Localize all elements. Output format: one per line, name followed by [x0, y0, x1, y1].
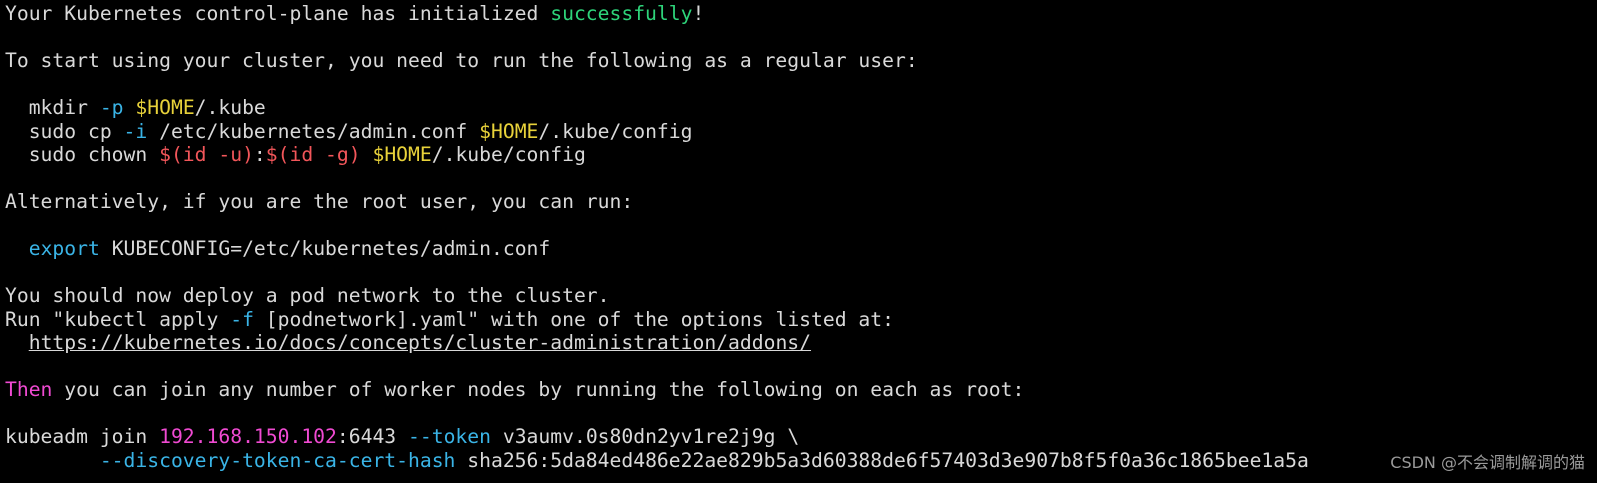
- terminal-text: Alternatively, if you are the root user,…: [5, 190, 634, 213]
- terminal-line: kubeadm join 192.168.150.102:6443 --toke…: [0, 425, 1597, 449]
- terminal-text: Run "kubectl apply: [5, 307, 231, 331]
- terminal-line: sudo cp -i /etc/kubernetes/admin.conf $H…: [0, 120, 1597, 144]
- terminal-text: :: [253, 143, 266, 166]
- terminal-text: -p: [99, 96, 124, 119]
- terminal-text: -i: [123, 119, 148, 143]
- terminal-line: You should now deploy a pod network to t…: [0, 284, 1597, 308]
- terminal-text: $HOME: [372, 143, 432, 166]
- terminal-text: v3aumv.0s80dn2yv1re2j9g \: [491, 425, 800, 448]
- terminal-text: successfully: [550, 2, 693, 25]
- terminal-text: $HOME: [135, 96, 195, 119]
- terminal-text: --token: [408, 425, 491, 448]
- watermark: CSDN @不会调制解调的猫: [1390, 452, 1585, 472]
- terminal-line: Alternatively, if you are the root user,…: [0, 190, 1597, 214]
- terminal-line: mkdir -p $HOME/.kube: [0, 96, 1597, 120]
- terminal-line: Your Kubernetes control-plane has initia…: [0, 2, 1597, 26]
- terminal-line: export KUBECONFIG=/etc/kubernetes/admin.…: [0, 237, 1597, 261]
- terminal-text: Then: [5, 378, 53, 401]
- terminal-text: --discovery-token-ca-cert-hash: [99, 448, 456, 472]
- terminal-text: -f: [230, 307, 254, 331]
- terminal-text: /etc/kubernetes/admin.conf: [147, 119, 480, 143]
- terminal-line: Then you can join any number of worker n…: [0, 378, 1597, 402]
- terminal-text: !: [692, 2, 705, 25]
- terminal-text: You should now deploy a pod network to t…: [5, 284, 610, 307]
- terminal-text: $HOME: [479, 119, 539, 143]
- terminal-text: 192.168.150.102: [159, 425, 337, 448]
- terminal-text: you can join any number of worker nodes …: [52, 378, 1025, 401]
- terminal-lines: Your Kubernetes control-plane has initia…: [0, 2, 1597, 472]
- terminal-line: sudo chown $(id -u):$(id -g) $HOME/.kube…: [0, 143, 1597, 167]
- terminal-text: sha256:5da84ed486e22ae829b5a3d60388de6f5…: [455, 448, 1309, 472]
- terminal-text: /.kube/config: [431, 143, 586, 166]
- terminal-text: $(id -u): [159, 143, 254, 166]
- addons-link[interactable]: https://kubernetes.io/docs/concepts/clus…: [29, 331, 811, 354]
- terminal-text: $(id -g): [265, 143, 361, 166]
- terminal-text: KUBECONFIG=/etc/kubernetes/admin.conf: [99, 237, 551, 260]
- terminal-line: --discovery-token-ca-cert-hash sha256:5d…: [0, 449, 1597, 473]
- terminal-line: Run "kubectl apply -f [podnetwork].yaml"…: [0, 308, 1597, 332]
- terminal-text: :6443: [336, 425, 409, 448]
- terminal-text: sudo chown: [5, 143, 160, 166]
- terminal-text: [podnetwork].yaml" with one of the optio…: [253, 307, 894, 331]
- terminal-text: export: [28, 237, 100, 260]
- terminal-output: Your Kubernetes control-plane has initia…: [0, 0, 1597, 483]
- terminal-text: kubeadm join: [5, 425, 160, 448]
- terminal-text: sudo cp: [5, 119, 124, 143]
- terminal-text: /.kube/config: [538, 119, 693, 143]
- terminal-text: Your Kubernetes control-plane has initia…: [5, 2, 551, 25]
- terminal-text: /.kube: [194, 96, 266, 119]
- terminal-text: To start using your cluster, you need to…: [5, 49, 918, 72]
- terminal-line: To start using your cluster, you need to…: [0, 49, 1597, 73]
- terminal-text: mkdir: [5, 96, 100, 119]
- terminal-line: https://kubernetes.io/docs/concepts/clus…: [0, 331, 1597, 355]
